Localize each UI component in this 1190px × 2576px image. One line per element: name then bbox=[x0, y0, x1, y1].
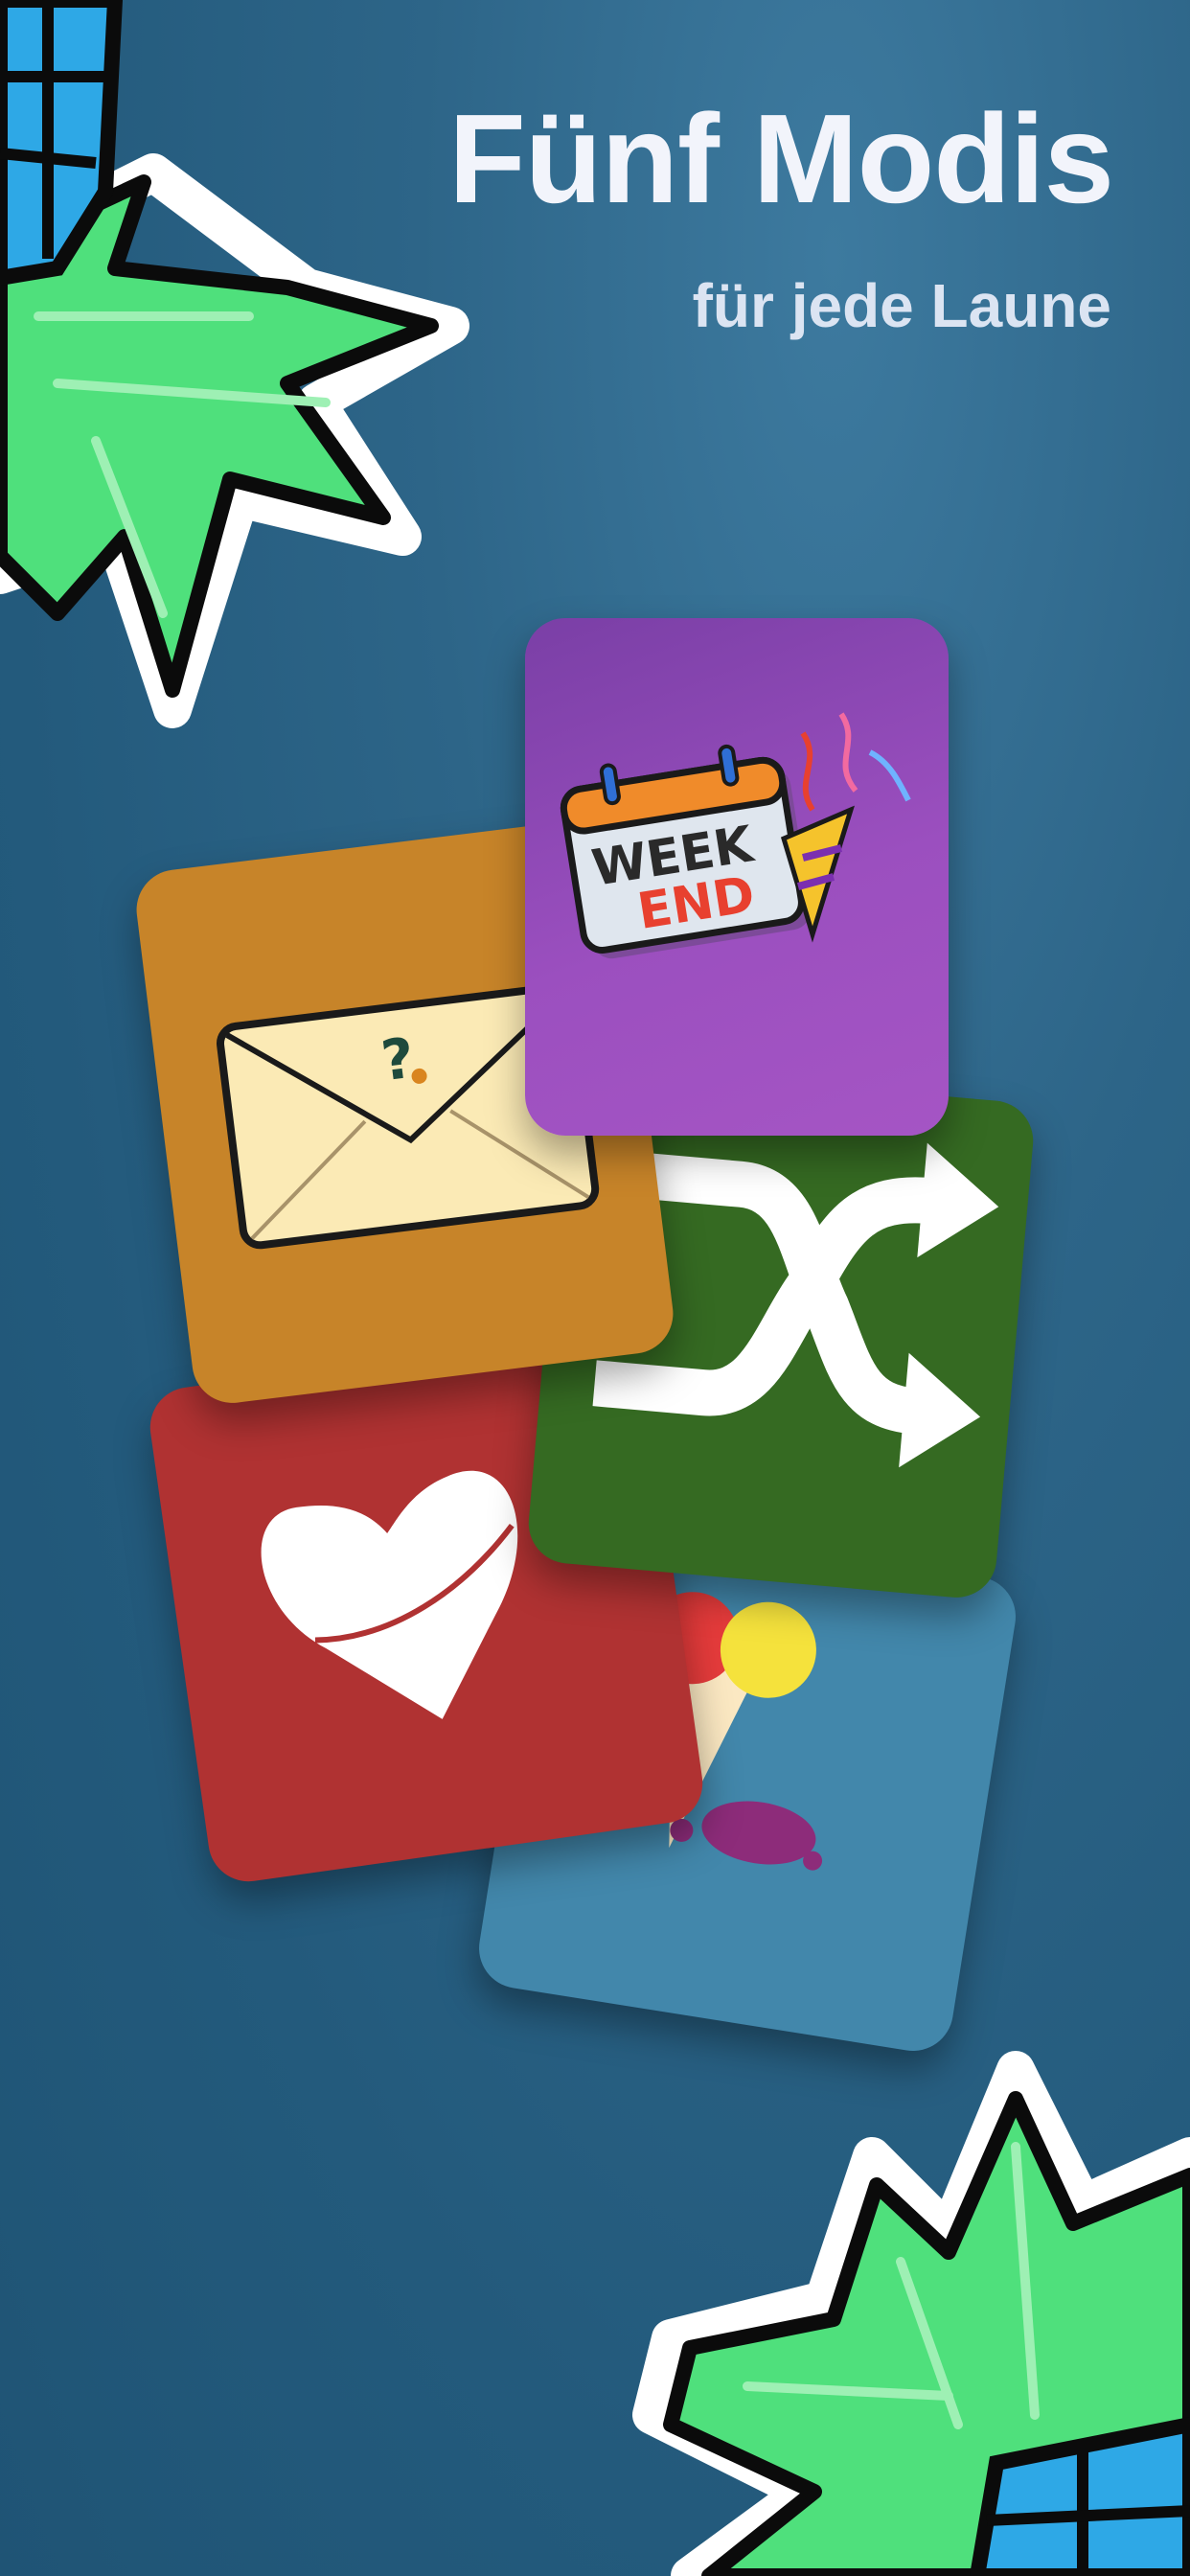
page-title: Fünf Modis bbox=[448, 88, 1114, 229]
pineapple-icon bbox=[0, 0, 469, 728]
page-subtitle: für jede Laune bbox=[692, 271, 1111, 340]
mode-card-weekend[interactable]: WEEK END bbox=[525, 618, 949, 1136]
pineapple-icon bbox=[632, 2051, 1190, 2576]
weekend-calendar-icon: WEEK END bbox=[560, 712, 911, 959]
